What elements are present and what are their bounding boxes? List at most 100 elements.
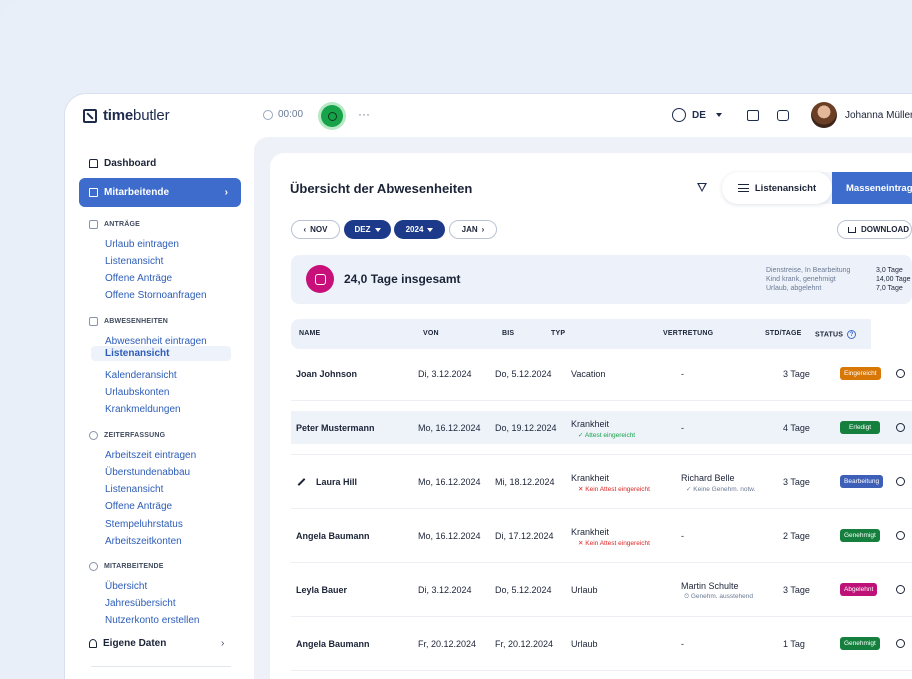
column-std-tage[interactable]: STD/TAGE xyxy=(765,330,801,337)
prev-month-button[interactable]: ‹ NOV xyxy=(291,220,340,239)
row-vertretung-note: ✓ Keine Genehm. notw. xyxy=(686,486,756,493)
briefcase-icon xyxy=(89,317,98,326)
status-badge: Abgelehnt xyxy=(840,583,878,596)
history-icon[interactable] xyxy=(896,477,905,486)
row-vertretung: - xyxy=(681,369,684,379)
sidebar-item-arbeitszeit-eintragen[interactable]: Arbeitszeit eintragen xyxy=(105,450,196,461)
row-name[interactable]: Leyla Bauer xyxy=(296,585,347,595)
row-bis: Fr, 20.12.2024 xyxy=(495,639,554,649)
row-divider xyxy=(291,616,912,617)
sidebar-item-ueberstundenabbau[interactable]: Überstundenabbau xyxy=(105,467,190,478)
history-icon[interactable] xyxy=(896,639,905,648)
row-tage: 3 Tage xyxy=(783,585,810,595)
download-button[interactable]: DOWNLOAD xyxy=(837,220,912,239)
mass-entry-button[interactable]: Masseneintrag xyxy=(832,172,912,204)
start-timer-button[interactable] xyxy=(321,105,343,127)
row-vertretung-note: ⏲ Genehm. ausstehend xyxy=(684,593,754,600)
sidebar-item-zeit-listenansicht[interactable]: Listenansicht xyxy=(105,484,163,495)
sidebar-item-zeit-offene-antraege[interactable]: Offene Anträge xyxy=(105,501,172,512)
sidebar-item-offene-antraege[interactable]: Offene Anträge xyxy=(105,273,172,284)
timer: 00:00 xyxy=(263,109,303,120)
row-bis: Di, 17.12.2024 xyxy=(495,531,554,541)
sidebar-item-jahresuebersicht[interactable]: Jahresübersicht xyxy=(105,598,176,609)
home-icon xyxy=(89,159,98,168)
users-icon xyxy=(89,562,98,571)
sidebar-item-arbeitszeitkonten[interactable]: Arbeitszeitkonten xyxy=(105,536,182,547)
status-badge: Genehmigt xyxy=(840,529,880,542)
row-von: Mo, 16.12.2024 xyxy=(418,531,481,541)
column-name[interactable]: NAME xyxy=(299,330,320,337)
sidebar-item-stempeluhrstatus[interactable]: Stempeluhrstatus xyxy=(105,519,183,530)
row-typ: Vacation xyxy=(571,369,606,379)
clock-icon xyxy=(89,431,98,440)
sidebar: Dashboard Mitarbeitende › ANTRÄGE Urlaub… xyxy=(65,138,255,679)
globe-icon xyxy=(672,108,686,122)
history-icon[interactable] xyxy=(896,585,905,594)
list-icon xyxy=(737,184,749,192)
sidebar-item-antraege-listenansicht[interactable]: Listenansicht xyxy=(105,256,163,267)
section-abwesenheiten: ABWESENHEITEN xyxy=(89,317,168,326)
language-value: DE xyxy=(692,109,706,121)
sidebar-item-krankmeldungen[interactable]: Krankmeldungen xyxy=(105,404,181,415)
print-icon[interactable] xyxy=(747,110,759,121)
row-name[interactable]: Angela Baumann xyxy=(296,531,370,541)
column-bis[interactable]: BIS xyxy=(502,330,514,337)
row-tage: 3 Tage xyxy=(783,477,810,487)
row-typ: Urlaub xyxy=(571,639,598,649)
sidebar-item-offene-stornoanfragen[interactable]: Offene Stornoanfragen xyxy=(105,290,207,301)
sidebar-item-urlaubskonten[interactable]: Urlaubskonten xyxy=(105,387,169,398)
grid-icon xyxy=(89,188,98,197)
row-divider xyxy=(291,454,912,455)
more-button[interactable]: ··· xyxy=(358,107,370,121)
help-icon[interactable]: ? xyxy=(847,330,857,339)
column-vertretung[interactable]: VERTRETUNG xyxy=(663,330,713,337)
row-bis: Do, 5.12.2024 xyxy=(495,369,552,379)
message-icon[interactable] xyxy=(777,110,789,121)
next-month-button[interactable]: JAN › xyxy=(449,220,497,239)
sidebar-item-dashboard[interactable]: Dashboard xyxy=(89,158,156,169)
download-icon xyxy=(848,226,856,233)
language-select[interactable]: DE xyxy=(672,108,722,122)
chevron-down-icon xyxy=(427,227,434,232)
sidebar-item-uebersicht[interactable]: Übersicht xyxy=(105,581,147,592)
row-name[interactable]: Laura Hill xyxy=(316,477,357,487)
row-name[interactable]: Angela Baumann xyxy=(296,639,370,649)
sidebar-item-nutzerkonto-erstellen[interactable]: Nutzerkonto erstellen xyxy=(105,615,200,626)
row-name[interactable]: Peter Mustermann xyxy=(296,423,375,433)
avatar[interactable] xyxy=(811,102,837,128)
column-von[interactable]: VON xyxy=(423,330,439,337)
column-status[interactable]: STATUS? xyxy=(815,330,857,339)
sidebar-item-eigene-daten[interactable]: Eigene Daten xyxy=(89,638,166,649)
month-select[interactable]: DEZ xyxy=(344,220,391,239)
history-icon[interactable] xyxy=(896,369,905,378)
row-tage: 4 Tage xyxy=(783,423,810,433)
sidebar-item-abwesenheiten-listenansicht[interactable]: Listenansicht xyxy=(91,346,231,361)
list-view-button[interactable]: Listenansicht xyxy=(722,172,832,204)
row-tage: 3 Tage xyxy=(783,369,810,379)
row-vertretung: Richard Belle xyxy=(681,473,735,483)
page-title: Übersicht der Abwesenheiten xyxy=(290,181,473,196)
row-divider xyxy=(291,400,912,401)
column-typ[interactable]: TYP xyxy=(551,330,565,337)
row-divider xyxy=(291,508,912,509)
row-name[interactable]: Joan Johnson xyxy=(296,369,357,379)
row-bis: Do, 19.12.2024 xyxy=(495,423,557,433)
timer-value: 00:00 xyxy=(278,109,304,120)
sidebar-item-urlaub-eintragen[interactable]: Urlaub eintragen xyxy=(105,239,179,250)
row-von: Di, 3.12.2024 xyxy=(418,585,472,595)
history-icon[interactable] xyxy=(896,531,905,540)
year-select[interactable]: 2024 xyxy=(394,220,445,239)
calendar-icon xyxy=(306,265,334,293)
filter-icon[interactable] xyxy=(697,183,707,192)
user-name[interactable]: Johanna Müller xyxy=(845,110,912,121)
summary-values: 3,0 Tage 14,00 Tage 7,0 Tage xyxy=(876,267,911,292)
sidebar-item-kalenderansicht[interactable]: Kalenderansicht xyxy=(105,370,177,381)
history-icon[interactable] xyxy=(896,423,905,432)
row-tage: 1 Tag xyxy=(783,639,805,649)
divider xyxy=(91,666,231,667)
logo[interactable]: timebutler xyxy=(83,107,170,124)
play-icon xyxy=(327,111,337,121)
sidebar-item-mitarbeitende[interactable]: Mitarbeitende › xyxy=(79,178,241,207)
row-typ: Krankheit xyxy=(571,419,610,429)
section-mitarbeitende: MITARBEITENDE xyxy=(89,562,164,571)
